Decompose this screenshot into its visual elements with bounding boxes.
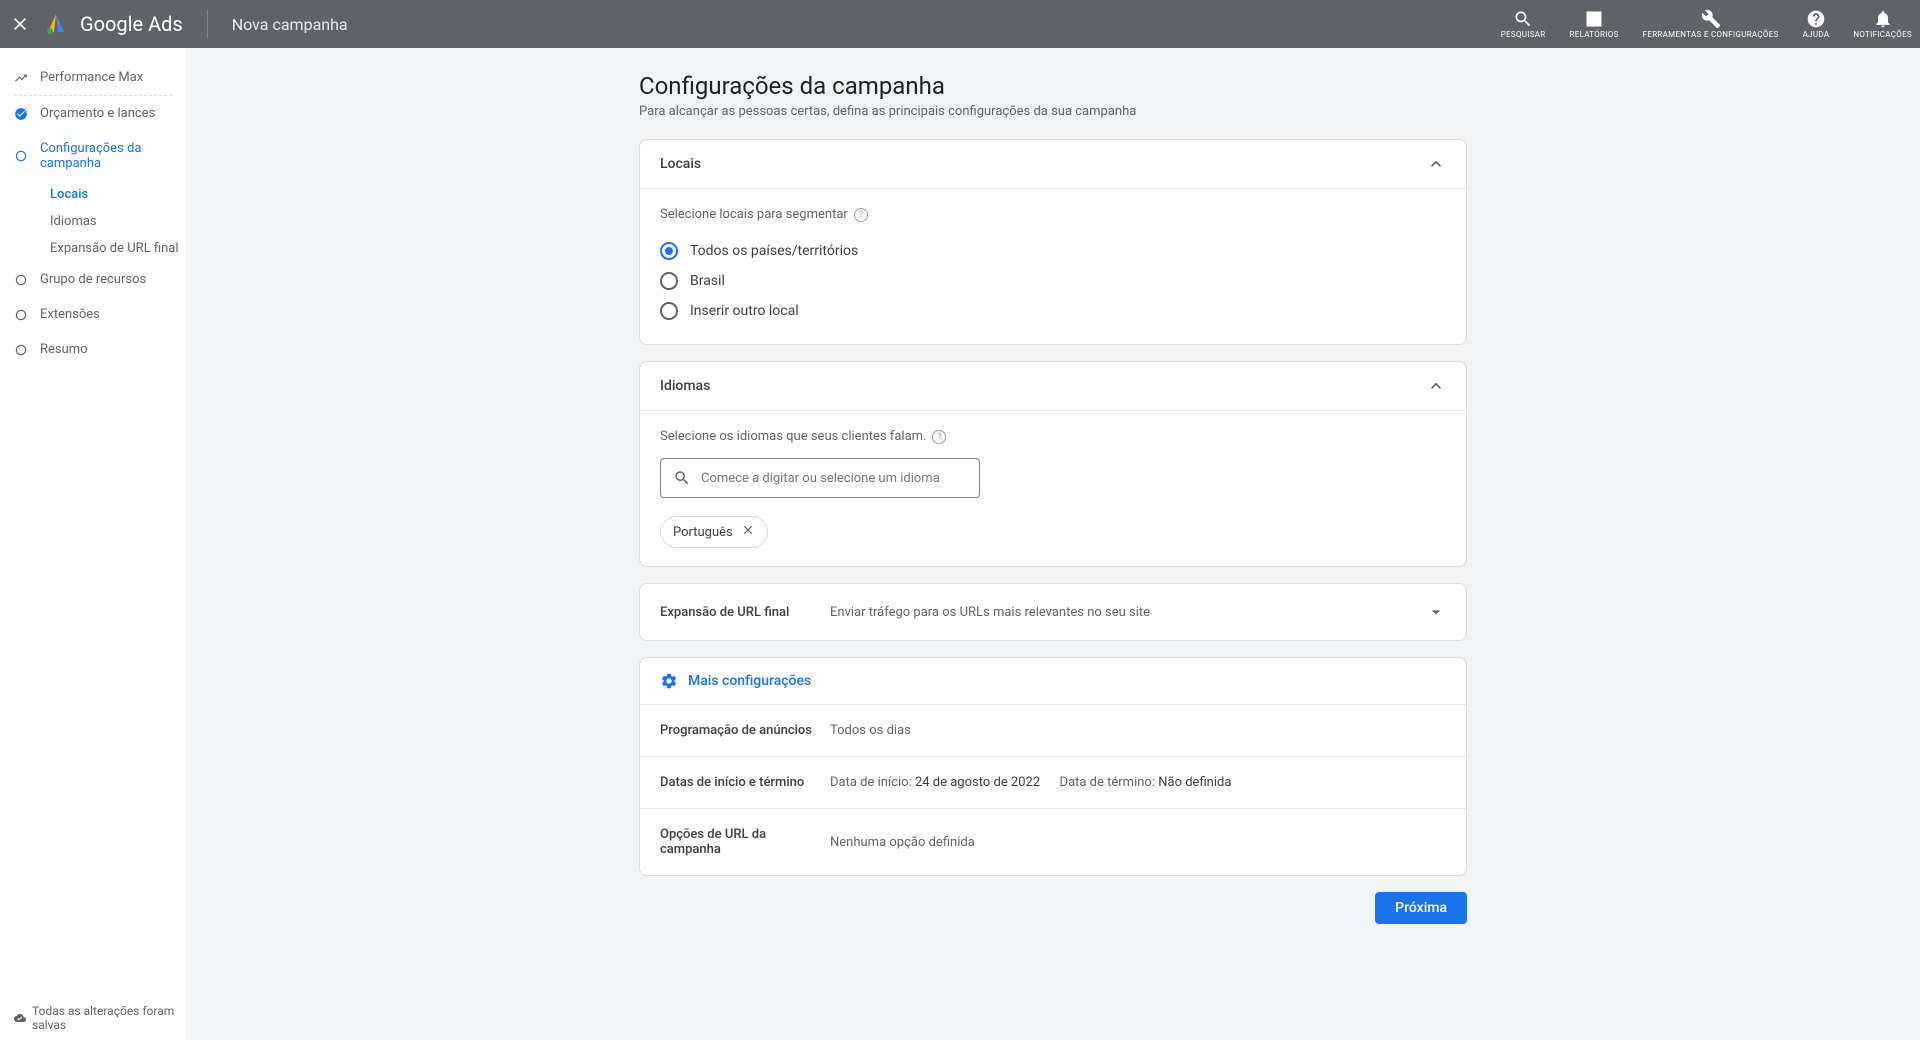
radio-other-location[interactable]: Inserir outro local <box>660 296 1446 326</box>
radio-icon <box>660 242 678 260</box>
more-settings-card: Mais configurações Programação de anúnci… <box>639 657 1467 876</box>
sidebar-sub-idiomas[interactable]: Idiomas <box>0 208 186 235</box>
wrench-icon <box>1701 9 1721 29</box>
sidebar-item-resource-group[interactable]: Grupo de recursos <box>0 262 186 297</box>
gear-icon <box>660 672 678 690</box>
search-icon <box>1513 9 1533 29</box>
dates-row[interactable]: Datas de início e término Data de início… <box>640 756 1466 808</box>
save-status: Todas as alterações foram salvas <box>14 1004 186 1032</box>
circle-outline-icon <box>14 273 28 287</box>
circle-outline-icon <box>14 149 28 163</box>
language-search-input[interactable] <box>660 458 980 498</box>
radio-brasil[interactable]: Brasil <box>660 266 1446 296</box>
help-tooltip-icon[interactable]: ? <box>932 430 946 444</box>
url-final-card: Expansão de URL final Enviar tráfego par… <box>639 583 1467 641</box>
language-input-field[interactable] <box>701 471 967 486</box>
radio-icon <box>660 272 678 290</box>
notifications-button[interactable]: NOTIFICAÇÕES <box>1853 9 1912 40</box>
help-icon <box>1806 9 1826 29</box>
chevron-up-icon <box>1426 154 1446 174</box>
sidebar-sub-url-final[interactable]: Expansão de URL final <box>0 235 186 262</box>
radio-all-countries[interactable]: Todos os países/territórios <box>660 236 1446 266</box>
header-divider <box>207 10 208 38</box>
language-chip-portugues[interactable]: Português <box>660 516 768 548</box>
app-header: Google Ads Nova campanha PESQUISAR RELAT… <box>0 0 1920 48</box>
url-final-row[interactable]: Expansão de URL final Enviar tráfego par… <box>640 584 1466 640</box>
page-subtitle: Para alcançar as pessoas certas, defina … <box>639 104 1467 119</box>
idiomas-card: Idiomas Selecione os idiomas que seus cl… <box>639 361 1467 567</box>
sidebar-item-extensions[interactable]: Extensões <box>0 297 186 332</box>
header-right: PESQUISAR RELATÓRIOS FERRAMENTAS E CONFI… <box>1501 9 1912 40</box>
bell-icon <box>1873 9 1893 29</box>
sidebar-sub-locais[interactable]: Locais <box>0 181 186 208</box>
sidebar-item-summary[interactable]: Resumo <box>0 332 186 367</box>
url-options-row[interactable]: Opções de URL da campanha Nenhuma opção … <box>640 808 1466 875</box>
idiomas-header[interactable]: Idiomas <box>640 362 1466 411</box>
next-button[interactable]: Próxima <box>1375 892 1467 924</box>
help-tooltip-icon[interactable]: ? <box>854 208 868 222</box>
circle-outline-icon <box>14 343 28 357</box>
locais-section-label: Selecione locais para segmentar ? <box>660 207 1446 222</box>
sidebar-item-budget[interactable]: Orçamento e lances <box>0 96 186 131</box>
google-ads-logo-icon <box>44 12 68 36</box>
trend-icon <box>14 71 28 85</box>
chip-remove-icon[interactable] <box>741 523 755 541</box>
tools-button[interactable]: FERRAMENTAS E CONFIGURAÇÕES <box>1643 9 1779 40</box>
search-icon <box>673 469 691 487</box>
dates-value: Data de início: 24 de agosto de 2022 Dat… <box>830 775 1446 790</box>
main-content: Configurações da campanha Para alcançar … <box>186 48 1920 1040</box>
idiomas-section-label: Selecione os idiomas que seus clientes f… <box>660 429 1446 444</box>
reports-button[interactable]: RELATÓRIOS <box>1570 9 1619 40</box>
search-button[interactable]: PESQUISAR <box>1501 9 1546 40</box>
chevron-down-icon <box>1426 602 1446 622</box>
help-button[interactable]: AJUDA <box>1803 9 1830 40</box>
chevron-up-icon <box>1426 376 1446 396</box>
page-name: Nova campanha <box>232 15 348 34</box>
page-title: Configurações da campanha <box>639 72 1467 100</box>
cloud-done-icon <box>14 1011 26 1025</box>
more-settings-toggle[interactable]: Mais configurações <box>640 658 1466 704</box>
check-circle-icon <box>14 107 28 121</box>
brand-label: Google Ads <box>80 12 183 36</box>
close-icon[interactable] <box>8 12 32 36</box>
reports-icon <box>1584 9 1604 29</box>
radio-icon <box>660 302 678 320</box>
locais-card: Locais Selecione locais para segmentar ?… <box>639 139 1467 345</box>
sidebar-item-campaign-settings[interactable]: Configurações da campanha <box>0 131 186 181</box>
locais-header[interactable]: Locais <box>640 140 1466 189</box>
header-left: Google Ads Nova campanha <box>8 10 348 38</box>
sidebar: Performance Max Orçamento e lances Confi… <box>0 48 186 1040</box>
sidebar-item-performance-max[interactable]: Performance Max <box>0 60 186 95</box>
schedule-row[interactable]: Programação de anúncios Todos os dias <box>640 704 1466 756</box>
circle-outline-icon <box>14 308 28 322</box>
